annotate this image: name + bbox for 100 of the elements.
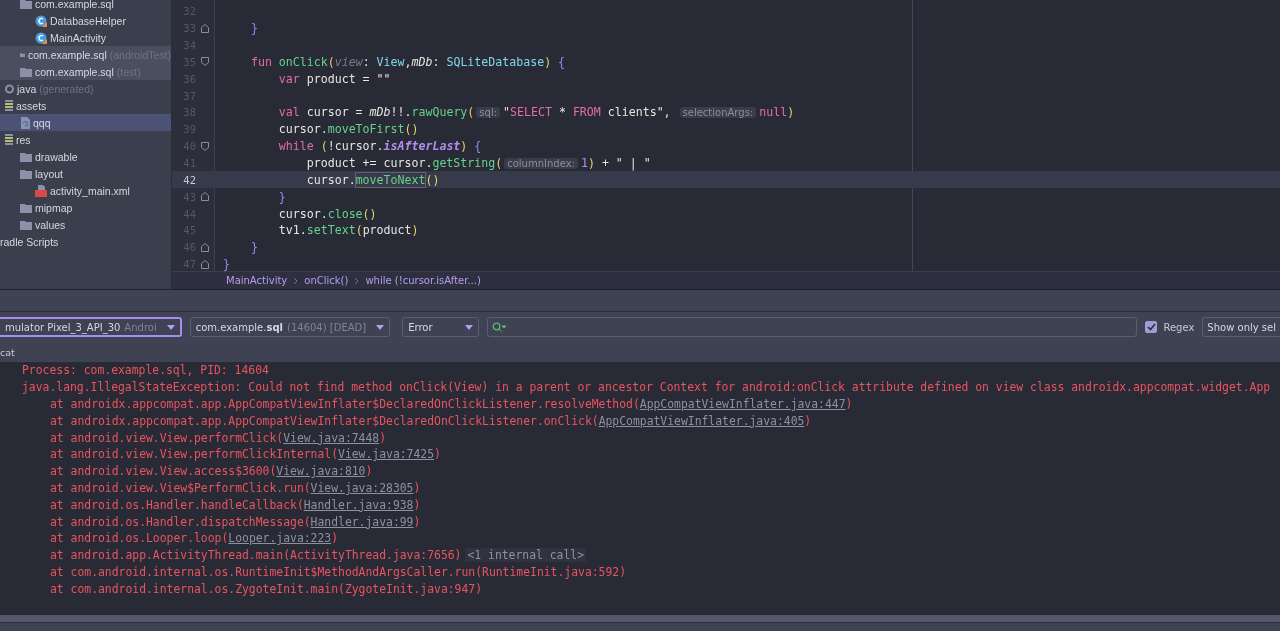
code-line: fun onClick(view: View,mDb: SQLiteDatabase) { xyxy=(249,54,566,69)
tree-item[interactable]: drawable xyxy=(0,148,171,165)
log-text: at android.view.View$PerformClick.run( xyxy=(50,480,311,495)
code-line: tv1.setText(product) xyxy=(277,223,419,238)
regex-label: Regex xyxy=(1163,321,1195,333)
folder-icon xyxy=(20,66,32,77)
code-line: } xyxy=(249,240,258,255)
log-text: at android.os.Handler.handleCallback( xyxy=(50,497,304,512)
source-link[interactable]: View.java:28305 xyxy=(310,480,414,495)
log-text: ) xyxy=(434,447,441,462)
breadcrumb[interactable]: MainActivity xyxy=(226,275,288,286)
log-text: java.lang.IllegalStateException: Could not find method onClick(View) in a parent or ancestor Context for android:onClick attribute defined on view class androidx.appcompat.widget.App xyxy=(22,380,1271,395)
log-text: at android.view.View.performClick( xyxy=(50,430,284,445)
fold-icon[interactable] xyxy=(201,23,209,33)
tree-item[interactable]: radle Scripts xyxy=(0,233,171,250)
breadcrumb[interactable]: onClick() xyxy=(304,275,349,286)
log-text: at android.os.Looper.loop( xyxy=(50,531,229,546)
unknown-file-icon xyxy=(20,116,30,129)
tree-item[interactable]: com.example.sql xyxy=(0,0,171,12)
tree-item[interactable]: qqq xyxy=(0,114,171,131)
tree-item-label: MainActivity xyxy=(50,31,106,44)
chevron-icon xyxy=(293,276,299,285)
tree-item-label: java xyxy=(17,82,37,95)
tree-item-label: qqq xyxy=(33,116,51,129)
tree-item-label: com.example.sql xyxy=(35,65,114,78)
tree-item-label: drawable xyxy=(35,150,78,163)
tree-item-label: activity_main.xml xyxy=(50,184,130,197)
source-link[interactable]: View.java:7425 xyxy=(338,447,435,462)
log-text: ) xyxy=(804,413,812,428)
log-text: ) xyxy=(413,514,421,529)
code-line: val cursor = mDb!!.rawQuery( sql: "SELECT * FROM clients", selectionArgs: null) xyxy=(277,105,795,120)
device-dropdown[interactable]: mulator Pixel_3_API_30 Androi xyxy=(0,317,182,337)
log-text: ) xyxy=(331,531,339,546)
code-line: } xyxy=(222,257,230,271)
tree-item-label: radle Scripts xyxy=(0,235,59,248)
code-line: while (!cursor.isAfterLast) { xyxy=(277,139,482,154)
tree-item-label: com.example.sql xyxy=(35,0,114,10)
regex-checkbox[interactable] xyxy=(1145,321,1158,333)
tree-item[interactable]: layout xyxy=(0,165,171,182)
chevron-icon xyxy=(354,276,360,285)
caret-icon xyxy=(464,324,473,330)
log-text: at android.view.View.access$3600( xyxy=(50,464,277,479)
tree-item[interactable]: MainActivity xyxy=(0,29,171,46)
search-field[interactable] xyxy=(486,317,1138,337)
resource-folder-icon xyxy=(5,100,13,111)
code-line: } xyxy=(249,21,258,36)
code-line: cursor.moveToNext() xyxy=(305,172,440,187)
breadcrumb[interactable]: while (!cursor.isAfter...) xyxy=(365,275,481,286)
folder-icon xyxy=(20,151,32,162)
log-text: at android.app.ActivityThread.main(ActivityThread.java:7656) xyxy=(50,548,462,563)
log-text: at android.os.Handler.dispatchMessage( xyxy=(50,514,311,529)
code-line: cursor.moveToFirst() xyxy=(277,122,419,137)
log-text: ) xyxy=(413,480,421,495)
fold-icon[interactable] xyxy=(201,141,209,151)
log-text: at androidx.appcompat.app.AppCompatViewInflater$DeclaredOnClickListener.resolveMethod( xyxy=(50,397,640,411)
gear-icon xyxy=(5,83,14,94)
filter-dropdown[interactable]: Show only sel xyxy=(1202,317,1280,337)
tree-item-label: layout xyxy=(35,167,64,180)
source-link[interactable]: Looper.java:223 xyxy=(228,531,332,546)
tree-item[interactable]: activity_main.xml xyxy=(0,182,171,199)
process-dropdown[interactable]: com.example.sql (14604) [DEAD] xyxy=(189,317,391,337)
log-text: at android.view.View.performClickInternal( xyxy=(50,447,339,462)
log-text: Process: com.example.sql, PID: 14604 xyxy=(22,363,269,378)
xml-file-icon xyxy=(35,184,47,197)
tree-item-label: DatabaseHelper xyxy=(50,14,126,27)
tree-item-label: assets xyxy=(16,99,47,112)
source-link[interactable]: View.java:7448 xyxy=(283,430,380,445)
tree-item[interactable]: mipmap xyxy=(0,199,171,216)
log-text: at androidx.appcompat.app.AppCompatViewInflater$DeclaredOnClickListener.onClick( xyxy=(50,413,599,428)
code-line: product += cursor.getString( columnIndex: 1) + " | " xyxy=(305,156,651,170)
folder-icon xyxy=(20,202,32,213)
source-link[interactable]: AppCompatViewInflater.java:405 xyxy=(598,413,805,428)
fold-icon[interactable] xyxy=(201,192,209,202)
class-icon xyxy=(35,14,47,27)
code-line: } xyxy=(277,189,286,204)
line-number: 42 xyxy=(182,173,196,186)
fold-icon[interactable] xyxy=(201,57,209,67)
log-text: ) xyxy=(845,397,853,411)
code-line: var product = "" xyxy=(277,71,391,86)
tree-item-label: values xyxy=(35,218,66,231)
horizontal-scrollbar[interactable] xyxy=(0,615,1280,622)
logcat-tab[interactable]: cat xyxy=(0,346,15,358)
tree-item[interactable]: res xyxy=(0,131,171,148)
source-link[interactable]: Handler.java:99 xyxy=(310,514,414,529)
code-line: cursor.close() xyxy=(277,206,377,221)
folder-icon xyxy=(20,0,32,9)
log-level-dropdown[interactable]: Error xyxy=(402,317,479,337)
tree-item[interactable]: values xyxy=(0,216,171,233)
source-link[interactable]: View.java:810 xyxy=(276,464,366,479)
log-text: ) xyxy=(365,464,373,479)
source-link[interactable]: Handler.java:938 xyxy=(303,497,414,512)
search-icon xyxy=(491,322,506,332)
folded-calls-note[interactable]: <1 internal call> xyxy=(465,548,587,563)
source-link[interactable]: AppCompatViewInflater.java:447 xyxy=(639,397,846,411)
caret-icon xyxy=(376,324,385,330)
tree-item-label: res xyxy=(16,133,31,146)
tree-item[interactable]: DatabaseHelper xyxy=(0,12,171,29)
tree-item-label: com.example.sql xyxy=(27,48,107,61)
folder-icon xyxy=(20,168,32,179)
tree-item[interactable]: assets xyxy=(0,97,171,114)
